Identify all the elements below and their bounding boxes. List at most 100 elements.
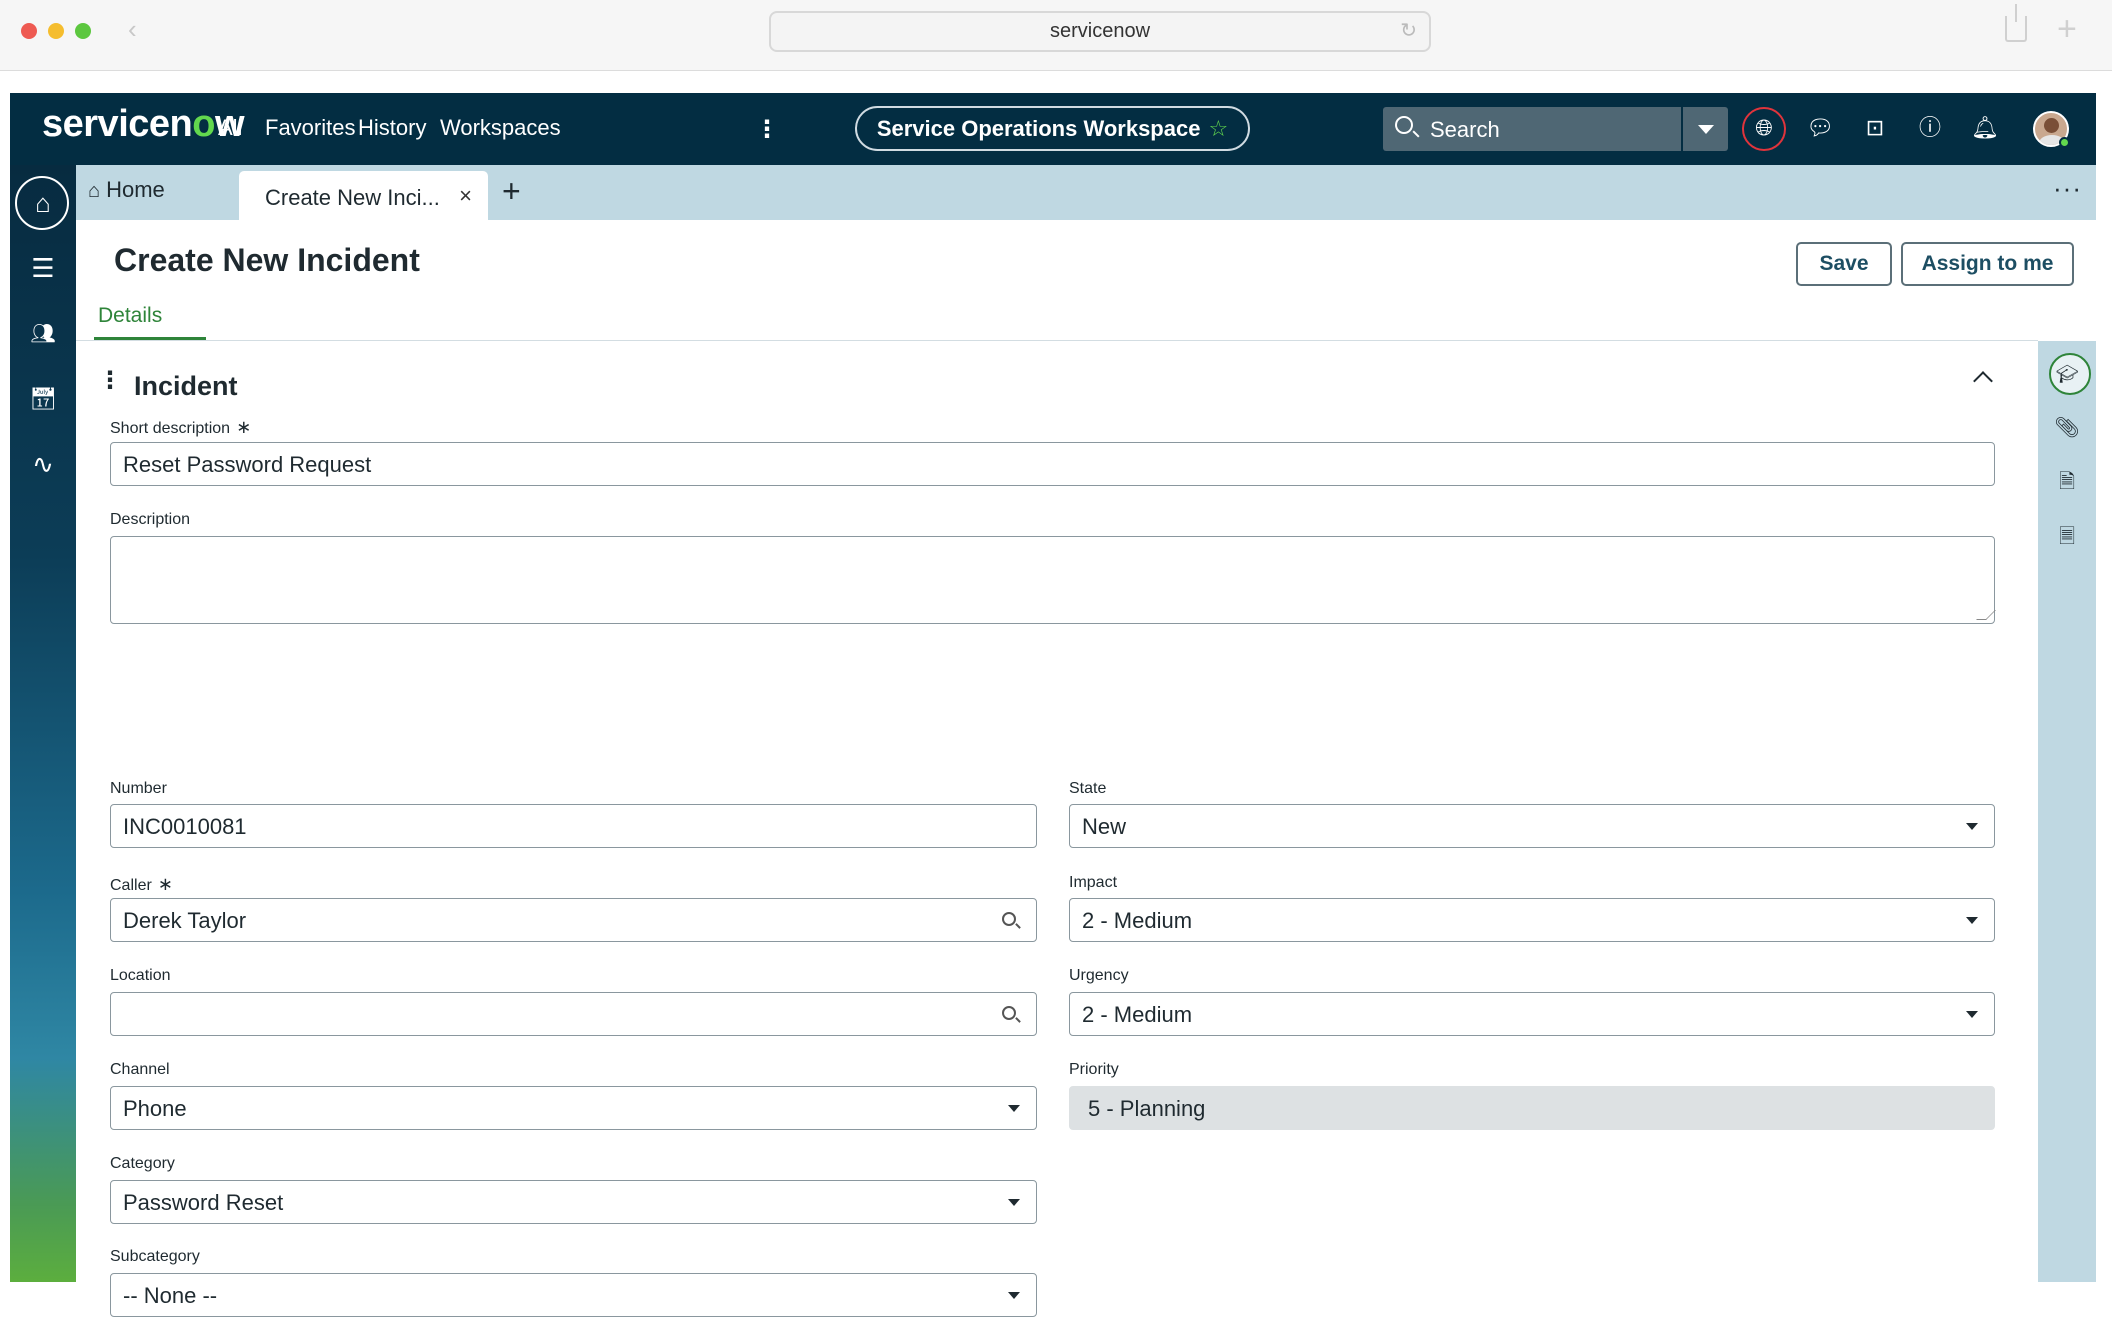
servicenow-logo[interactable]: servicenow xyxy=(42,103,245,146)
priority-value: 5 - Planning xyxy=(1088,1096,1206,1121)
chat-icon[interactable]: 💬︎ xyxy=(1805,113,1835,143)
contextual-side-rail: 🎓︎ 📎︎ 🗎 🗏 xyxy=(2038,341,2096,1282)
channel-label: Channel xyxy=(110,1061,170,1078)
graduation-cap-icon[interactable]: 🎓︎ xyxy=(2052,359,2082,389)
assign-to-me-button[interactable]: Assign to me xyxy=(1901,242,2074,286)
category-label: Category xyxy=(110,1155,175,1172)
tab-active-label: Create New Inci... xyxy=(265,185,440,210)
document-icon[interactable]: 🗎 xyxy=(2052,467,2082,497)
top-navigation: servicenow All Favorites History Workspa… xyxy=(10,93,2096,165)
impact-value: 2 - Medium xyxy=(1082,908,1193,933)
favorite-star-icon[interactable]: ☆ xyxy=(1208,116,1228,141)
urgency-select[interactable]: 2 - Medium xyxy=(1069,992,1995,1036)
description-label: Description xyxy=(110,511,191,528)
tab-create-new-incident[interactable]: Create New Inci... × xyxy=(239,171,488,220)
short-description-value: Reset Password Request xyxy=(123,452,372,477)
online-status-indicator xyxy=(2059,137,2070,148)
urgency-label: Urgency xyxy=(1069,967,1129,984)
number-label: Number xyxy=(110,780,167,797)
save-button[interactable]: Save xyxy=(1796,242,1892,286)
impersonate-icon[interactable]: ⊡ xyxy=(1860,113,1890,143)
workspace-name: Service Operations Workspace xyxy=(876,116,1201,141)
section-menu-icon[interactable]: ⋮ xyxy=(98,366,122,395)
share-icon[interactable] xyxy=(2005,4,2027,42)
tab-details[interactable]: Details xyxy=(98,304,162,328)
add-tab-icon[interactable]: + xyxy=(502,173,521,210)
nav-favorites[interactable]: Favorites xyxy=(265,115,355,141)
priority-label: Priority xyxy=(1069,1061,1119,1078)
tab-bar: ⌂ Home Create New Inci... × + ··· xyxy=(76,165,2096,220)
list-icon[interactable]: ☰ xyxy=(23,248,63,288)
state-label: State xyxy=(1069,780,1107,797)
caller-field[interactable]: Derek Taylor xyxy=(110,898,1037,942)
new-tab-icon[interactable]: + xyxy=(2057,12,2077,46)
short-description-label: Short description ∗ xyxy=(110,417,251,438)
channel-select[interactable]: Phone xyxy=(110,1086,1037,1130)
search-scope-dropdown[interactable] xyxy=(1683,107,1728,151)
tab-home[interactable]: ⌂ Home xyxy=(88,177,165,203)
caller-lookup-search-icon[interactable] xyxy=(1002,912,1016,926)
activity-pulse-icon[interactable]: ∿ xyxy=(23,444,63,484)
description-textarea[interactable] xyxy=(110,536,1996,624)
page-title: Create New Incident xyxy=(114,242,420,278)
caller-value: Derek Taylor xyxy=(123,908,247,933)
subcategory-value: -- None -- xyxy=(123,1283,218,1308)
impact-select[interactable]: 2 - Medium xyxy=(1069,898,1995,942)
state-select[interactable]: New xyxy=(1069,804,1995,848)
caller-label-text: Caller xyxy=(110,877,152,894)
number-value: INC0010081 xyxy=(123,814,247,839)
logo-o: o xyxy=(192,103,215,145)
nav-more-icon[interactable]: ⋮ xyxy=(755,115,779,144)
nav-history[interactable]: History xyxy=(358,115,426,141)
help-icon[interactable]: ⓘ xyxy=(1915,113,1945,143)
reload-icon[interactable]: ↻ xyxy=(1400,13,1417,50)
impact-dropdown-icon xyxy=(1966,917,1978,924)
collapse-chevron-up-icon[interactable] xyxy=(1973,371,1993,391)
nav-all[interactable]: All xyxy=(218,115,242,141)
impact-label: Impact xyxy=(1069,874,1118,891)
tab-overflow-icon[interactable]: ··· xyxy=(2053,173,2082,204)
location-field[interactable] xyxy=(110,992,1037,1036)
global-search[interactable]: Search xyxy=(1383,107,1681,151)
close-window-button[interactable] xyxy=(21,23,37,39)
maximize-window-button[interactable] xyxy=(75,23,91,39)
workspace-pill[interactable]: Service Operations Workspace ☆ xyxy=(855,106,1250,151)
notification-bell-icon[interactable]: 🔔︎ xyxy=(1970,113,2000,143)
back-arrow-icon[interactable]: ‹ xyxy=(128,14,137,45)
state-value: New xyxy=(1082,814,1127,839)
subcategory-select[interactable]: -- None -- xyxy=(110,1273,1037,1317)
url-bar[interactable]: servicenow ↻ xyxy=(769,11,1431,52)
calendar-clock-icon[interactable]: 📅︎ xyxy=(23,379,63,419)
category-select[interactable]: Password Reset xyxy=(110,1180,1037,1224)
channel-value: Phone xyxy=(123,1096,187,1121)
nav-workspaces[interactable]: Workspaces xyxy=(440,115,561,141)
minimize-window-button[interactable] xyxy=(48,23,64,39)
url-text: servicenow xyxy=(1049,20,1151,42)
caller-label: Caller ∗ xyxy=(110,874,173,895)
notes-icon[interactable]: 🗏 xyxy=(2052,522,2082,552)
home-tab-icon: ⌂ xyxy=(88,180,101,202)
short-description-label-text: Short description xyxy=(110,420,231,437)
search-icon xyxy=(1395,116,1413,134)
workspace-sidebar: ⌂ ☰ 👥︎ 📅︎ ∿ xyxy=(10,165,76,1282)
priority-readonly-field: 5 - Planning xyxy=(1069,1086,1995,1130)
resize-handle[interactable] xyxy=(1976,610,1996,620)
header-divider xyxy=(76,340,2038,341)
section-title: Incident xyxy=(134,371,238,401)
short-description-input[interactable]: Reset Password Request xyxy=(110,442,1995,486)
category-value: Password Reset xyxy=(123,1190,284,1215)
channel-dropdown-icon xyxy=(1008,1105,1020,1112)
groups-icon[interactable]: 👥︎ xyxy=(23,314,63,354)
logo-prefix: servicen xyxy=(42,103,193,145)
location-label: Location xyxy=(110,967,171,984)
location-lookup-search-icon[interactable] xyxy=(1002,1006,1016,1020)
required-asterisk: ∗ xyxy=(236,417,252,437)
home-icon[interactable]: ⌂ xyxy=(23,183,63,223)
globe-icon[interactable]: 🌐︎ xyxy=(1749,113,1779,143)
subcategory-label: Subcategory xyxy=(110,1248,200,1265)
state-dropdown-icon xyxy=(1966,823,1978,830)
close-tab-icon[interactable]: × xyxy=(459,183,472,209)
servicenow-app: servicenow All Favorites History Workspa… xyxy=(10,93,2096,1317)
attachment-icon[interactable]: 📎︎ xyxy=(2052,413,2082,443)
number-field[interactable]: INC0010081 xyxy=(110,804,1037,848)
